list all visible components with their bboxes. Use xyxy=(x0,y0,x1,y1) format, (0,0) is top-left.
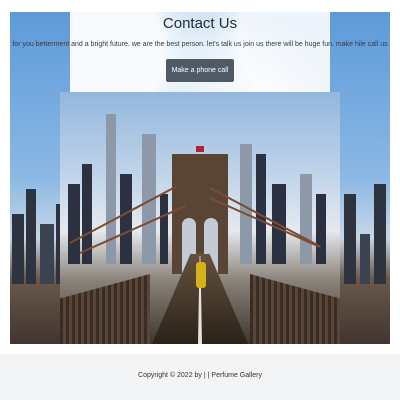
flag-icon xyxy=(196,146,204,152)
bridge-rail-right xyxy=(250,274,340,344)
bridge-rail-left xyxy=(60,274,150,344)
copyright-text: Copyright © 2022 by | | Perfume Gallery xyxy=(138,372,262,379)
person-figure xyxy=(196,262,206,288)
contact-header: Contact Us for you betterment and a brig… xyxy=(0,12,400,82)
bridge-city-photo xyxy=(60,92,340,344)
page-title: Contact Us xyxy=(162,15,238,32)
make-phone-call-button[interactable]: Make a phone call xyxy=(165,59,235,82)
footer: Copyright © 2022 by | | Perfume Gallery xyxy=(0,354,400,400)
contact-subtitle: for you betterment and a bright future. … xyxy=(12,41,388,48)
